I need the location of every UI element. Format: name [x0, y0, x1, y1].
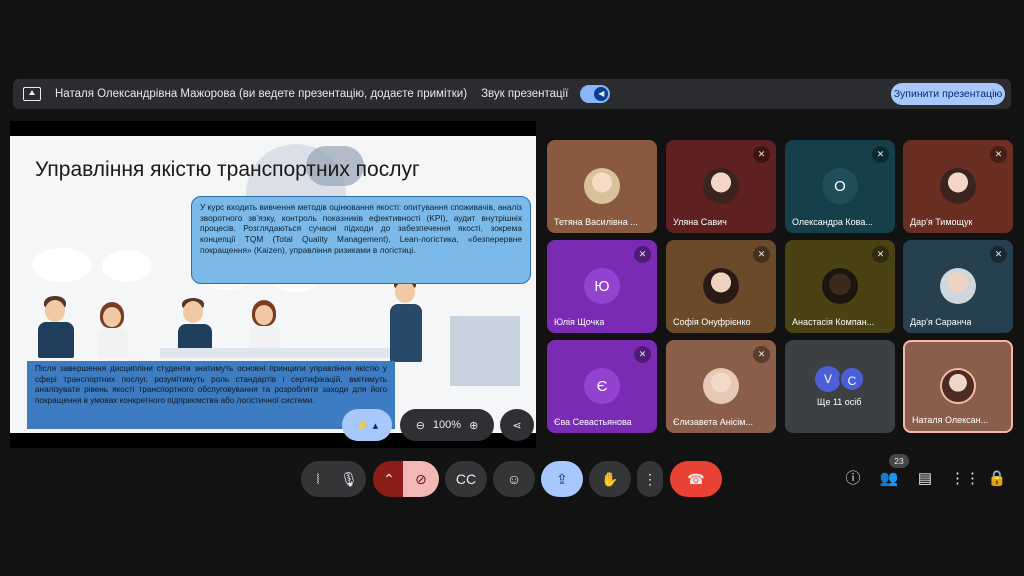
participant-avatar: V: [815, 366, 841, 392]
captions-button[interactable]: CC: [445, 461, 487, 497]
illustration-desk: [160, 348, 390, 358]
participant-photo: [822, 268, 858, 304]
participant-photo: [940, 168, 976, 204]
participant-tile-self[interactable]: Наталя Олексан...: [903, 340, 1013, 433]
zoom-control: ⊖ 100% ⊕: [400, 409, 494, 441]
participant-photo: [940, 368, 976, 404]
volume-icon: ◀: [594, 87, 609, 101]
zoom-level: 100%: [432, 419, 462, 431]
participant-photo: [940, 268, 976, 304]
presenting-message: Наталя Олександрівна Мажорова (ви ведете…: [55, 88, 468, 100]
mic-off-icon: ✕: [634, 246, 651, 263]
participant-name: Дар'я Саранча: [910, 317, 972, 327]
slide-textbox-course-content: У курс входить вивчення методів оцінюван…: [191, 196, 531, 284]
participant-tile[interactable]: ✕ Софія Онуфрієнко: [666, 240, 776, 333]
presentation-view: Управління якістю транспортних послуг У …: [10, 121, 536, 448]
participant-name: Юлія Щочка: [554, 317, 605, 327]
mic-off-icon: ✕: [872, 146, 889, 163]
participant-name: Уляна Савич: [673, 217, 727, 227]
participant-name: Дар'я Тимощук: [910, 217, 973, 227]
slide-title: Управління якістю транспортних послуг: [35, 158, 420, 181]
participant-avatar: Ю: [584, 268, 620, 304]
participant-avatar: C: [839, 366, 865, 392]
participant-avatar: О: [822, 168, 858, 204]
participant-name: Тетяна Василівна ...: [554, 217, 638, 227]
participant-name: Єва Севастьянова: [554, 417, 632, 427]
participant-tile[interactable]: ✕ Дар'я Саранча: [903, 240, 1013, 333]
present-screen-icon: [23, 87, 41, 101]
present-now-button[interactable]: ⇪: [541, 461, 583, 497]
presentation-sound-toggle[interactable]: ◀: [580, 85, 611, 103]
host-controls-icon[interactable]: 🔒: [986, 468, 1008, 490]
participant-tile[interactable]: ✕ О Олександра Кова...: [785, 140, 895, 233]
participant-tile[interactable]: ✕ Ю Юлія Щочка: [547, 240, 657, 333]
more-participants-label: Ще 11 осіб: [817, 397, 862, 407]
share-icon[interactable]: ⋖: [500, 409, 534, 441]
participant-photo: [584, 168, 620, 204]
illustration-cabinet: [450, 316, 520, 386]
people-icon[interactable]: 👥: [878, 468, 900, 490]
mic-off-icon: ✕: [753, 246, 770, 263]
participant-tile[interactable]: ✕ Єлизавета Анісім...: [666, 340, 776, 433]
mic-off-icon: ✕: [872, 246, 889, 263]
speech-bubble: [32, 248, 92, 282]
participant-tile[interactable]: ✕ Анастасія Компан...: [785, 240, 895, 333]
participant-tile[interactable]: ✕ Дар'я Тимощук: [903, 140, 1013, 233]
participant-tile[interactable]: Тетяна Василівна ...: [547, 140, 657, 233]
stop-presenting-button[interactable]: Зупинити презентацію: [891, 83, 1005, 105]
more-options-button[interactable]: ⋮: [637, 461, 663, 497]
more-participants-tile[interactable]: V C Ще 11 осіб: [785, 340, 895, 433]
slide-toolbar: ⚡ ▴ ⊖ 100% ⊕ ⋖: [342, 409, 536, 443]
chat-icon[interactable]: ▤: [914, 468, 936, 490]
participant-photo: [703, 168, 739, 204]
reactions-effects-button[interactable]: ⚡ ▴: [342, 409, 392, 441]
presentation-sound-label: Звук презентації: [481, 88, 569, 100]
participant-tile[interactable]: ✕ Є Єва Севастьянова: [547, 340, 657, 433]
microphone-button[interactable]: 🎙: [332, 461, 366, 497]
meeting-details-icon[interactable]: ⓘ: [842, 468, 864, 490]
mic-off-icon: ✕: [990, 146, 1007, 163]
slide-textbox-outcomes: Після завершення дисципліни студенти зна…: [27, 361, 395, 429]
camera-options-button[interactable]: ⌃: [373, 461, 405, 497]
slide: Управління якістю транспортних послуг У …: [10, 136, 536, 433]
camera-off-button[interactable]: ⊘: [403, 461, 439, 497]
participant-avatar: Є: [584, 368, 620, 404]
activities-icon[interactable]: ⋮⋮: [950, 468, 980, 490]
audio-levels-button[interactable]: ⦚: [301, 461, 335, 497]
participant-name: Наталя Олексан...: [912, 415, 989, 425]
raise-hand-button[interactable]: ✋: [589, 461, 631, 497]
participant-name: Єлизавета Анісім...: [673, 417, 753, 427]
mic-off-icon: ✕: [753, 146, 770, 163]
presenting-banner: Наталя Олександрівна Мажорова (ви ведете…: [13, 79, 1011, 109]
mic-off-icon: ✕: [753, 346, 770, 363]
participant-tile[interactable]: ✕ Уляна Савич: [666, 140, 776, 233]
meet-screen: Наталя Олександрівна Мажорова (ви ведете…: [0, 0, 1024, 576]
mic-off-icon: ✕: [990, 246, 1007, 263]
speech-bubble: [102, 250, 152, 282]
participants-count-badge: 23: [889, 454, 909, 468]
mic-off-icon: ✕: [634, 346, 651, 363]
participant-photo: [703, 268, 739, 304]
participant-name: Софія Онуфрієнко: [673, 317, 751, 327]
participant-name: Анастасія Компан...: [792, 317, 875, 327]
leave-call-button[interactable]: ☎: [670, 461, 722, 497]
participant-name: Олександра Кова...: [792, 217, 873, 227]
reactions-button[interactable]: ☺: [493, 461, 535, 497]
participant-photo: [703, 368, 739, 404]
zoom-in-icon[interactable]: ⊕: [469, 419, 478, 432]
zoom-out-icon[interactable]: ⊖: [416, 419, 425, 432]
